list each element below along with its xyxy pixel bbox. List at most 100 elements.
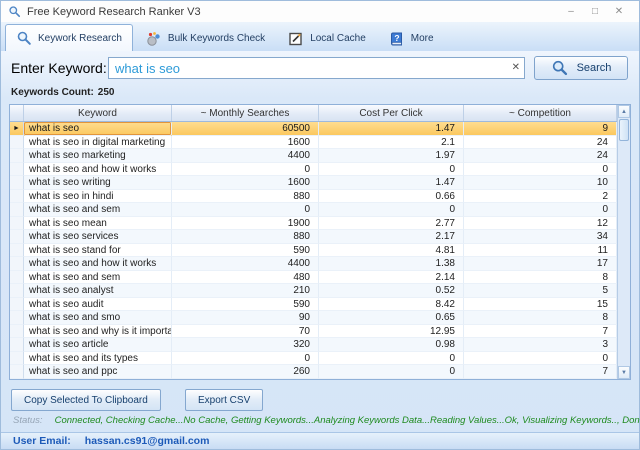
cell-competition[interactable]: 7 xyxy=(464,324,617,339)
table-row[interactable]: what is seo writing 1600 1.47 10 xyxy=(10,176,617,190)
cell-monthly-searches[interactable]: 260 xyxy=(172,365,319,379)
cell-cost-per-click[interactable]: 0 xyxy=(319,203,464,217)
cell-cost-per-click[interactable]: 2.77 xyxy=(319,216,464,231)
cell-cost-per-click[interactable]: 1.38 xyxy=(319,257,464,271)
vertical-scrollbar[interactable]: ▲ ▼ xyxy=(617,105,630,379)
cell-keyword[interactable]: what is seo stand for xyxy=(24,243,172,258)
table-row[interactable]: what is seo and how it works 0 0 0 xyxy=(10,162,617,177)
cell-cost-per-click[interactable]: 2.14 xyxy=(319,270,464,285)
cell-keyword[interactable]: what is seo in hindi xyxy=(24,189,172,204)
cell-keyword[interactable]: what is seo and why is it important xyxy=(24,324,172,339)
cell-cost-per-click[interactable]: 4.81 xyxy=(319,243,464,258)
cell-cost-per-click[interactable]: 8.42 xyxy=(319,297,464,312)
row-selector[interactable] xyxy=(10,365,24,379)
table-row[interactable]: what is seo article 320 0.98 3 xyxy=(10,338,617,352)
clear-input-icon[interactable]: ✕ xyxy=(512,61,520,74)
cell-monthly-searches[interactable]: 320 xyxy=(172,338,319,352)
cell-competition[interactable]: 2 xyxy=(464,189,617,204)
tab-keyword-research[interactable]: Keywork Research xyxy=(5,24,133,51)
cell-keyword[interactable]: what is seo xyxy=(24,122,172,136)
selected-row-arrow-icon[interactable]: ► xyxy=(10,122,24,136)
tab-local-cache[interactable]: Local Cache xyxy=(278,26,376,51)
table-row[interactable]: what is seo stand for 590 4.81 11 xyxy=(10,243,617,258)
row-selector[interactable] xyxy=(10,162,24,177)
cell-keyword[interactable]: what is seo services xyxy=(24,230,172,244)
cell-monthly-searches[interactable]: 210 xyxy=(172,284,319,298)
cell-competition[interactable]: 9 xyxy=(464,122,617,136)
table-row[interactable]: what is seo and sem 0 0 0 xyxy=(10,203,617,217)
table-row[interactable]: what is seo marketing 4400 1.97 24 xyxy=(10,149,617,163)
cell-cost-per-click[interactable]: 1.47 xyxy=(319,122,464,136)
cell-keyword[interactable]: what is seo audit xyxy=(24,297,172,312)
row-selector[interactable] xyxy=(10,243,24,258)
cell-competition[interactable]: 7 xyxy=(464,365,617,379)
cell-keyword[interactable]: what is seo and sem xyxy=(24,270,172,285)
cell-competition[interactable]: 12 xyxy=(464,216,617,231)
cell-monthly-searches[interactable]: 590 xyxy=(172,297,319,312)
cell-competition[interactable]: 0 xyxy=(464,203,617,217)
row-selector[interactable] xyxy=(10,338,24,352)
header-keyword[interactable]: Keyword xyxy=(24,105,172,121)
table-row[interactable]: what is seo and how it works 4400 1.38 17 xyxy=(10,257,617,271)
table-row[interactable]: what is seo audit 590 8.42 15 xyxy=(10,297,617,312)
maximize-button[interactable]: □ xyxy=(583,3,607,19)
cell-monthly-searches[interactable]: 1600 xyxy=(172,135,319,150)
cell-monthly-searches[interactable]: 0 xyxy=(172,351,319,366)
cell-monthly-searches[interactable]: 0 xyxy=(172,203,319,217)
table-row[interactable]: ► what is seo 60500 1.47 9 xyxy=(10,122,617,136)
cell-competition[interactable]: 11 xyxy=(464,243,617,258)
row-selector[interactable] xyxy=(10,311,24,325)
cell-cost-per-click[interactable]: 0.52 xyxy=(319,284,464,298)
cell-competition[interactable]: 24 xyxy=(464,149,617,163)
cell-monthly-searches[interactable]: 70 xyxy=(172,324,319,339)
table-row[interactable]: what is seo and why is it important 70 12.… xyxy=(10,324,617,339)
export-csv-button[interactable]: Export CSV xyxy=(185,389,264,411)
table-row[interactable]: what is seo and smo 90 0.65 8 xyxy=(10,311,617,325)
header-cost-per-click[interactable]: Cost Per Click xyxy=(319,105,464,121)
cell-cost-per-click[interactable]: 1.97 xyxy=(319,149,464,163)
table-row[interactable]: what is seo and sem 480 2.14 8 xyxy=(10,270,617,285)
cell-cost-per-click[interactable]: 2.1 xyxy=(319,135,464,150)
header-competition[interactable]: ~ Competition xyxy=(464,105,617,121)
row-selector[interactable] xyxy=(10,351,24,366)
table-row[interactable]: what is seo analyst 210 0.52 5 xyxy=(10,284,617,298)
row-selector[interactable] xyxy=(10,297,24,312)
cell-keyword[interactable]: what is seo in digital marketing xyxy=(24,135,172,150)
cell-competition[interactable]: 10 xyxy=(464,176,617,190)
row-selector[interactable] xyxy=(10,230,24,244)
table-row[interactable]: what is seo and ppc 260 0 7 xyxy=(10,365,617,379)
cell-keyword[interactable]: what is seo article xyxy=(24,338,172,352)
cell-monthly-searches[interactable]: 0 xyxy=(172,162,319,177)
cell-cost-per-click[interactable]: 2.17 xyxy=(319,230,464,244)
cell-monthly-searches[interactable]: 90 xyxy=(172,311,319,325)
header-monthly-searches[interactable]: ~ Monthly Searches xyxy=(172,105,319,121)
cell-keyword[interactable]: what is seo and ppc xyxy=(24,365,172,379)
scroll-up-icon[interactable]: ▲ xyxy=(618,105,630,118)
copy-selected-button[interactable]: Copy Selected To Clipboard xyxy=(11,389,161,411)
row-selector[interactable] xyxy=(10,284,24,298)
row-selector[interactable] xyxy=(10,203,24,217)
cell-competition[interactable]: 15 xyxy=(464,297,617,312)
cell-keyword[interactable]: what is seo marketing xyxy=(24,149,172,163)
cell-competition[interactable]: 3 xyxy=(464,338,617,352)
cell-monthly-searches[interactable]: 4400 xyxy=(172,149,319,163)
table-row[interactable]: what is seo in digital marketing 1600 2.1 2… xyxy=(10,135,617,150)
cell-competition[interactable]: 0 xyxy=(464,162,617,177)
row-selector[interactable] xyxy=(10,324,24,339)
row-selector[interactable] xyxy=(10,135,24,150)
cell-monthly-searches[interactable]: 60500 xyxy=(172,122,319,136)
table-row[interactable]: what is seo and its types 0 0 0 xyxy=(10,351,617,366)
cell-monthly-searches[interactable]: 590 xyxy=(172,243,319,258)
scrollbar-thumb[interactable] xyxy=(619,119,629,141)
row-selector[interactable] xyxy=(10,149,24,163)
table-row[interactable]: what is seo in hindi 880 0.66 2 xyxy=(10,189,617,204)
cell-keyword[interactable]: what is seo and sem xyxy=(24,203,172,217)
row-selector[interactable] xyxy=(10,216,24,231)
cell-competition[interactable]: 24 xyxy=(464,135,617,150)
row-selector[interactable] xyxy=(10,257,24,271)
cell-cost-per-click[interactable]: 12.95 xyxy=(319,324,464,339)
row-selector[interactable] xyxy=(10,176,24,190)
cell-cost-per-click[interactable]: 0 xyxy=(319,351,464,366)
table-row[interactable]: what is seo services 880 2.17 34 xyxy=(10,230,617,244)
tab-more[interactable]: ? More xyxy=(379,26,444,51)
